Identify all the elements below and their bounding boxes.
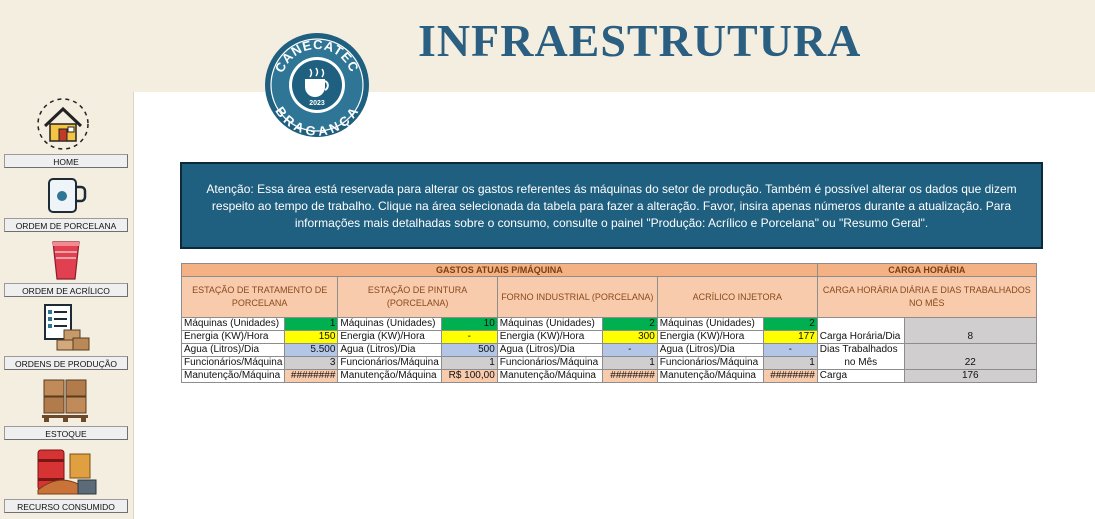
- cup-icon[interactable]: [50, 238, 82, 282]
- value-cell[interactable]: -: [601, 343, 658, 357]
- value-cell[interactable]: 2: [601, 317, 658, 331]
- sidebar-item-ordem-porcelana[interactable]: ORDEM DE PORCELANA: [4, 218, 128, 232]
- clipboard-boxes-icon[interactable]: [42, 302, 92, 352]
- logo-year: 2023: [309, 100, 325, 107]
- station-acrilico: ACRÍLICO INJETORA: [656, 276, 818, 318]
- value-cell[interactable]: 3: [284, 356, 339, 370]
- row-label: Manutenção/Máquina: [656, 369, 764, 383]
- value-cell[interactable]: 300: [601, 330, 658, 344]
- value-cell[interactable]: 150: [284, 330, 339, 344]
- canecatec-logo: CANECATEC BRAGANÇA 2023: [265, 33, 369, 138]
- value-cell[interactable]: 177: [762, 330, 818, 344]
- station-pintura: ESTAÇÃO DE PINTURA (PORCELANA): [337, 276, 498, 318]
- carga-total-value[interactable]: 176: [903, 369, 1037, 383]
- carga-days-value[interactable]: 22: [903, 356, 1037, 370]
- value-cell[interactable]: 500: [440, 343, 498, 357]
- row-label: Água (Litros)/Dia: [496, 343, 603, 357]
- carga-days-label-2: no Mês: [816, 356, 905, 370]
- value-cell[interactable]: 2: [762, 317, 818, 331]
- sidebar-item-home[interactable]: HOME: [4, 154, 128, 168]
- row-label: Máquinas (Unidades): [337, 317, 442, 331]
- carga-blank-value: [903, 317, 1037, 331]
- carga-blank: [816, 317, 905, 331]
- value-cell[interactable]: 1: [762, 356, 818, 370]
- carga-days-label-1: Dias Trabalhados: [816, 343, 905, 357]
- house-icon[interactable]: [35, 96, 91, 152]
- row-label: Funcionários/Máquina: [337, 356, 442, 370]
- mug-icon[interactable]: [45, 174, 87, 216]
- value-cell[interactable]: -: [440, 330, 498, 344]
- value-cell[interactable]: 1: [284, 317, 339, 331]
- sidebar-item-ordem-acrilico[interactable]: ORDEM DE ACRÍLICO: [4, 283, 128, 297]
- value-cell[interactable]: 5.500: [284, 343, 339, 357]
- row-label: Energia (KW)/Hora: [496, 330, 603, 344]
- carga-hours-value[interactable]: 8: [903, 330, 1037, 344]
- row-label: Funcionários/Máquina: [496, 356, 603, 370]
- row-label: Manutenção/Máquina: [496, 369, 603, 383]
- page-title: INFRAESTRUTURA: [418, 15, 862, 66]
- value-cell[interactable]: ########: [284, 369, 339, 383]
- value-cell[interactable]: 1: [601, 356, 658, 370]
- value-cell[interactable]: R$ 100,00: [440, 369, 498, 383]
- row-label: Manutenção/Máquina: [180, 369, 286, 383]
- boxes-pallet-icon[interactable]: [40, 376, 92, 424]
- value-cell[interactable]: -: [762, 343, 818, 357]
- infra-table: GASTOS ATUAIS P/MÁQUINA CARGA HORÁRIA ES…: [180, 263, 1037, 383]
- carga-header: CARGA HORÁRIA: [816, 263, 1037, 277]
- row-label: Funcionários/Máquina: [180, 356, 286, 370]
- value-cell[interactable]: ########: [762, 369, 818, 383]
- sidebar-item-ordens-producao[interactable]: ORDENS DE PRODUÇÃO: [4, 356, 128, 370]
- row-label: Manutenção/Máquina: [337, 369, 442, 383]
- row-label: Água (Litros)/Dia: [656, 343, 764, 357]
- row-label: Energia (KW)/Hora: [180, 330, 286, 344]
- carga-days-blank: [903, 343, 1037, 357]
- carga-subheader: CARGA HORÁRIA DIÁRIA E DIAS TRABALHADOS …: [816, 276, 1037, 318]
- gastos-header: GASTOS ATUAIS P/MÁQUINA: [181, 263, 818, 277]
- row-label: Máquinas (Unidades): [496, 317, 603, 331]
- value-cell[interactable]: 10: [440, 317, 498, 331]
- carga-total-label: Carga: [816, 369, 905, 383]
- value-cell[interactable]: ########: [601, 369, 658, 383]
- row-label: Água (Litros)/Dia: [337, 343, 442, 357]
- row-label: Energia (KW)/Hora: [337, 330, 442, 344]
- row-label: Máquinas (Unidades): [180, 317, 286, 331]
- barrels-icon[interactable]: [34, 446, 98, 498]
- sidebar-item-recurso-consumido[interactable]: RECURSO CONSUMIDO: [4, 499, 128, 513]
- station-tratamento: ESTAÇÃO DE TRATAMENTO DE PORCELANA: [180, 276, 339, 318]
- carga-hours-label: Carga Horária/Dia: [816, 330, 905, 344]
- row-label: Máquinas (Unidades): [656, 317, 764, 331]
- station-forno: FORNO INDUSTRIAL (PORCELANA): [496, 276, 658, 318]
- sidebar-item-estoque[interactable]: ESTOQUE: [4, 426, 128, 440]
- row-label: Energia (KW)/Hora: [656, 330, 764, 344]
- notice-box: Atenção: Essa área está reservada para a…: [180, 162, 1043, 249]
- value-cell[interactable]: 1: [440, 356, 498, 370]
- row-label: Água (Litros)/Dia: [180, 343, 286, 357]
- row-label: Funcionários/Máquina: [656, 356, 764, 370]
- notice-text: Atenção: Essa área está reservada para a…: [206, 182, 1017, 230]
